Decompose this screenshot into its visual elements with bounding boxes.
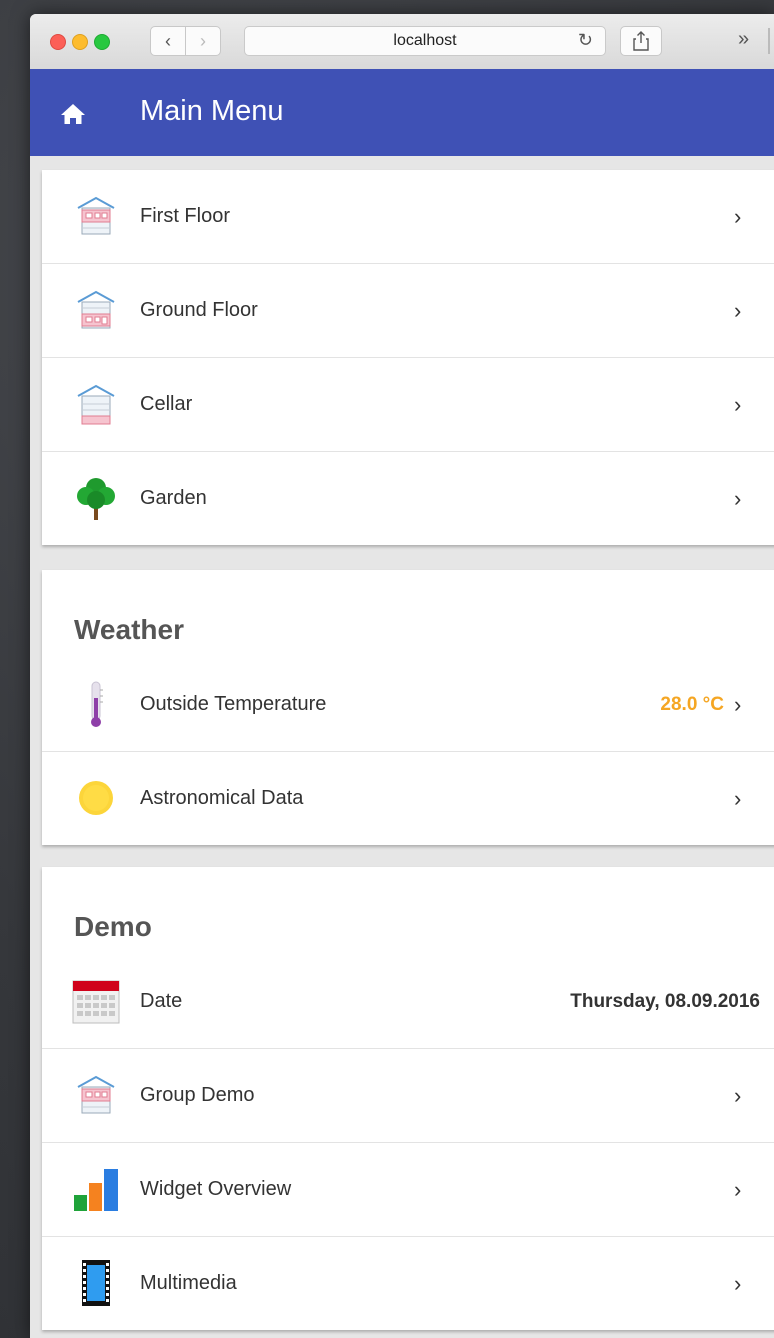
item-label: Group Demo: [140, 1084, 255, 1106]
house-cellar-icon: [77, 384, 115, 425]
list-item-date: Date Thursday, 08.09.2016: [42, 955, 774, 1048]
chevron-right-icon: ›: [734, 692, 742, 717]
browser-toolbar: ‹ › localhost ↻ »: [30, 14, 774, 70]
app-header: Main Menu: [30, 69, 774, 156]
demo-card: Demo Date Thursday, 08.09.2016 Group Dem…: [42, 867, 774, 1330]
browser-window: ‹ › localhost ↻ » Main Menu First Floor …: [30, 14, 774, 1338]
weather-card: Weather Outside Temperature 28.0 °C › As…: [42, 570, 774, 845]
chevron-right-icon: ›: [734, 392, 742, 417]
list-item-astronomical-data[interactable]: Astronomical Data ›: [42, 751, 774, 845]
item-label: Cellar: [140, 393, 193, 415]
house-ground-floor-icon: [77, 290, 115, 329]
list-item-outside-temperature[interactable]: Outside Temperature 28.0 °C ›: [42, 658, 774, 751]
close-window-button[interactable]: [50, 34, 66, 50]
list-item-widget-overview[interactable]: Widget Overview ›: [42, 1142, 774, 1236]
share-button[interactable]: [620, 26, 662, 56]
minimize-window-button[interactable]: [72, 34, 88, 50]
sun-icon: [79, 781, 113, 815]
item-label: Date: [140, 990, 183, 1012]
chevron-right-icon: ›: [734, 786, 742, 811]
back-icon: ‹: [165, 30, 171, 51]
forward-icon: ›: [200, 30, 206, 51]
chevron-right-icon: ›: [734, 486, 742, 511]
item-label: Astronomical Data: [140, 787, 304, 809]
section-title-demo: Demo: [74, 911, 152, 942]
chevron-right-icon: ›: [734, 1271, 742, 1296]
chevron-right-icon: ›: [734, 1177, 742, 1202]
reload-icon[interactable]: ↻: [578, 30, 593, 51]
home-icon[interactable]: [60, 103, 86, 125]
list-item-cellar[interactable]: Cellar ›: [42, 357, 774, 451]
list-item-multimedia[interactable]: Multimedia ›: [42, 1236, 774, 1330]
list-item-group-demo[interactable]: Group Demo ›: [42, 1048, 774, 1142]
item-label: Garden: [140, 487, 207, 509]
house-group-icon: [77, 1075, 115, 1114]
date-value: Thursday, 08.09.2016: [570, 991, 760, 1012]
chevron-right-icon: ›: [734, 204, 742, 229]
item-label: Ground Floor: [140, 299, 258, 321]
list-item-ground-floor[interactable]: Ground Floor ›: [42, 263, 774, 357]
url-text: localhost: [393, 32, 457, 49]
chevron-right-icon: ›: [734, 1083, 742, 1108]
more-toolbar-icon[interactable]: »: [738, 28, 749, 51]
page-title: Main Menu: [140, 95, 284, 127]
back-button[interactable]: ‹: [150, 26, 186, 56]
bar-chart-icon: [74, 1169, 118, 1211]
floors-card: First Floor › Ground Floor › Cellar › Ga…: [42, 170, 774, 545]
film-icon: [82, 1260, 110, 1306]
chevron-right-icon: ›: [734, 298, 742, 323]
share-icon: [633, 31, 649, 51]
list-item-first-floor[interactable]: First Floor ›: [42, 170, 774, 263]
item-label: First Floor: [140, 205, 230, 227]
zoom-window-button[interactable]: [94, 34, 110, 50]
section-title-weather: Weather: [74, 614, 184, 645]
house-first-floor-icon: [77, 196, 115, 235]
thermometer-icon: [91, 681, 103, 727]
list-item-garden[interactable]: Garden ›: [42, 451, 774, 545]
item-label: Outside Temperature: [140, 693, 327, 715]
calendar-icon: [72, 980, 120, 1024]
address-bar[interactable]: localhost ↻: [244, 26, 606, 56]
item-label: Multimedia: [140, 1272, 237, 1294]
forward-button[interactable]: ›: [185, 26, 221, 56]
temperature-value: 28.0 °C: [660, 694, 724, 715]
toolbar-divider: [768, 28, 770, 54]
tree-icon: [77, 478, 115, 520]
item-label: Widget Overview: [140, 1178, 292, 1200]
